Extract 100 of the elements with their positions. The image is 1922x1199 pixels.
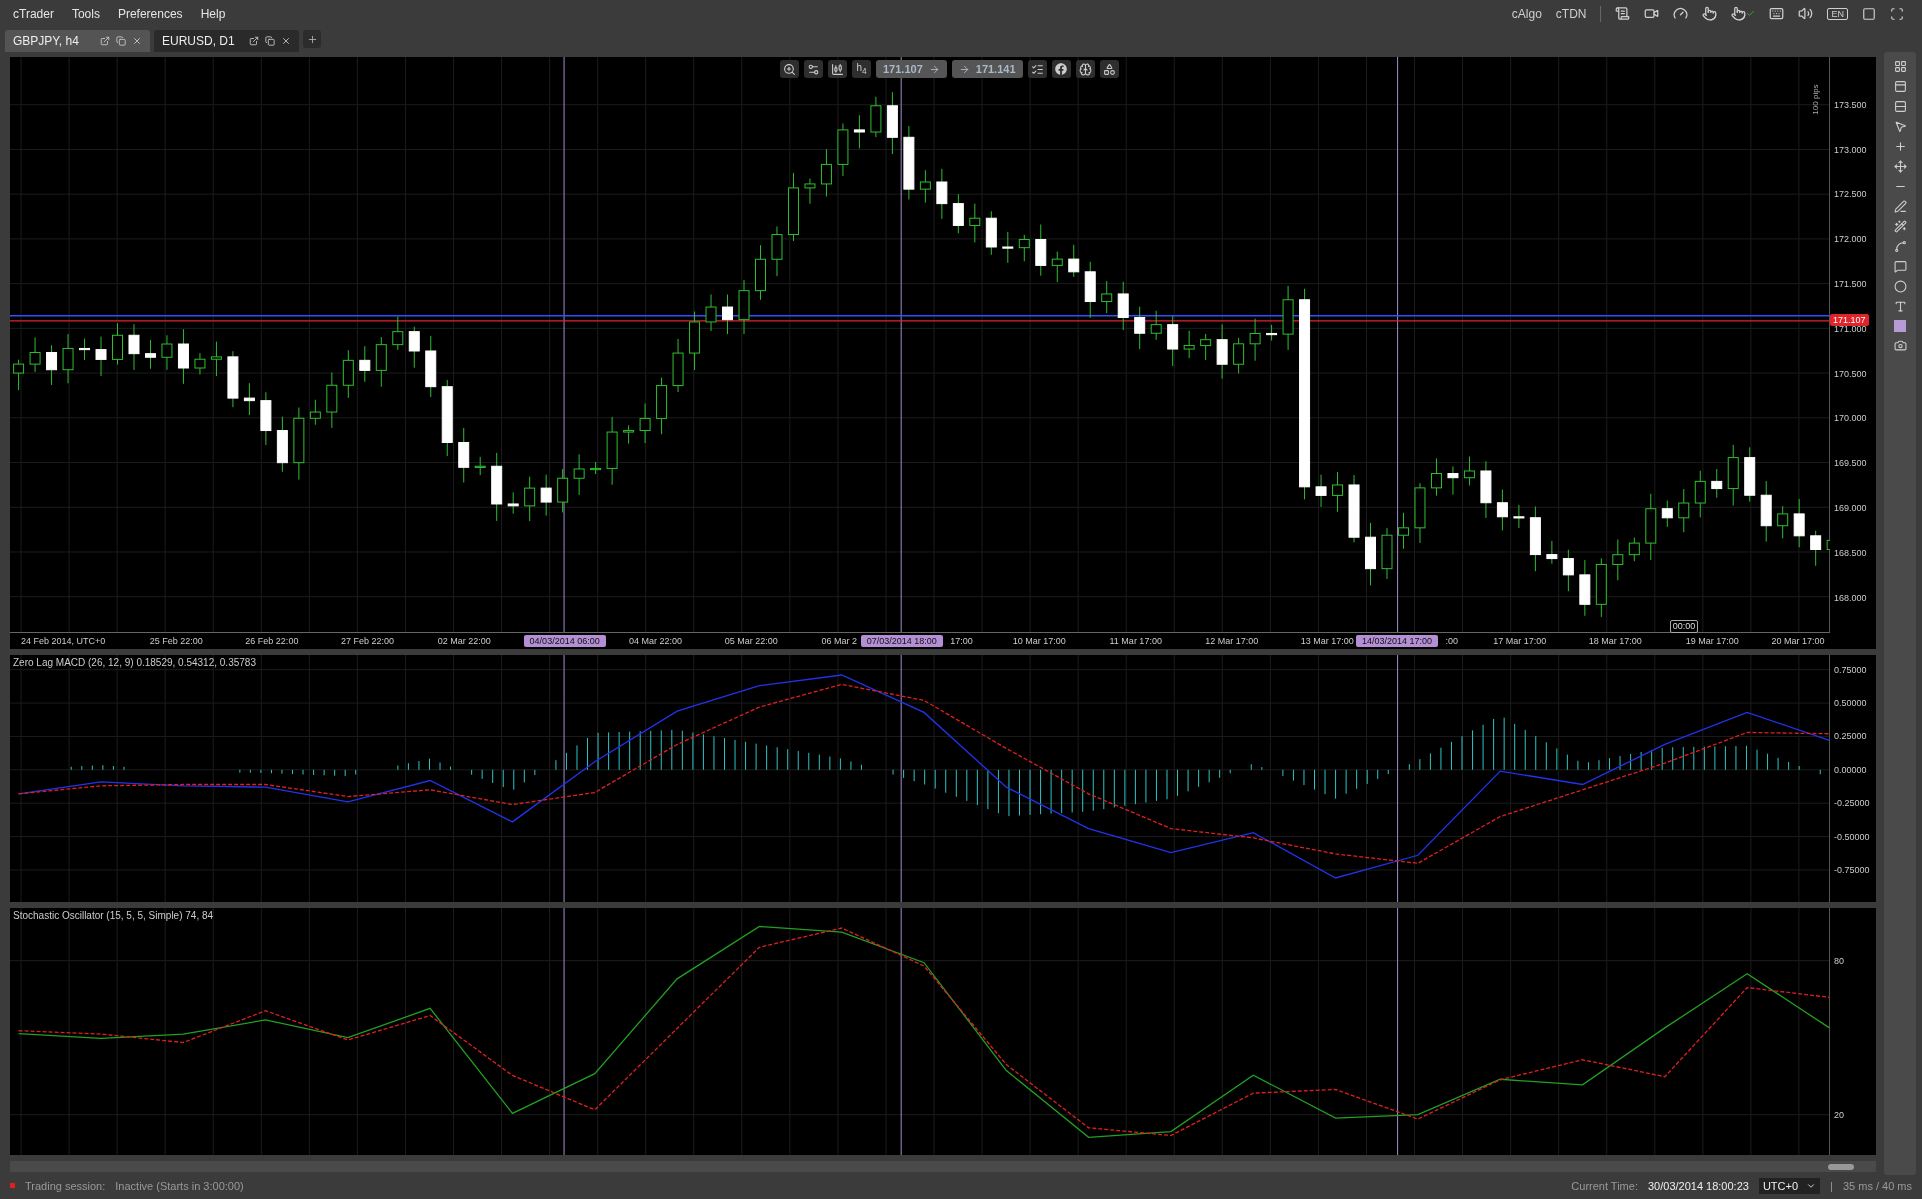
candle	[771, 226, 783, 277]
time-label: 11 Mar 17:00	[1109, 635, 1162, 647]
candle	[46, 344, 58, 386]
language-button[interactable]: EN	[1827, 7, 1848, 20]
menu-item[interactable]: Preferences	[110, 6, 190, 21]
candle	[210, 341, 222, 377]
keyboard-icon[interactable]	[1769, 6, 1785, 21]
candle	[1414, 482, 1426, 544]
candle	[1266, 324, 1278, 342]
layout-grid-icon[interactable]	[1893, 60, 1907, 73]
value-label: 0.50000	[1834, 697, 1867, 710]
add-tab-button[interactable]	[303, 30, 321, 48]
pointer-check-icon[interactable]	[1731, 6, 1756, 21]
close-icon[interactable]	[281, 36, 291, 46]
arrow-right-icon	[958, 63, 970, 75]
video-icon[interactable]	[1644, 6, 1660, 21]
circle-icon[interactable]	[1893, 280, 1907, 293]
candle	[1381, 527, 1393, 580]
gauge-icon[interactable]	[1673, 6, 1689, 21]
facebook-button[interactable]	[1051, 60, 1071, 78]
brain-button[interactable]	[1075, 60, 1095, 78]
candle	[1101, 280, 1113, 314]
app-link[interactable]: cAlgo	[1511, 6, 1542, 21]
chart-tab[interactable]: EURUSD, D1	[154, 30, 299, 52]
candle	[672, 338, 684, 393]
volume-icon[interactable]	[1798, 6, 1814, 21]
menu-item[interactable]: Help	[193, 6, 233, 21]
candle	[1216, 324, 1228, 380]
menu-item[interactable]: Tools	[64, 6, 107, 21]
current-price-tag: 171.107	[1830, 314, 1869, 327]
curve-icon[interactable]	[1893, 240, 1907, 253]
timezone-select[interactable]: UTC+0	[1758, 1177, 1821, 1194]
scroll-thumb[interactable]	[1828, 1163, 1854, 1170]
close-icon[interactable]	[132, 36, 142, 46]
camera-icon[interactable]	[1893, 339, 1907, 352]
candle	[1150, 310, 1162, 341]
latency: 35 ms / 40 ms	[1842, 1179, 1912, 1192]
timeframe-button[interactable]: h$_{4}$	[852, 60, 871, 78]
pen-icon[interactable]	[1893, 200, 1907, 213]
panel-icon[interactable]	[1893, 80, 1907, 93]
buy-button[interactable]: 171.141	[951, 60, 1023, 78]
candle	[1018, 234, 1030, 262]
window-icon[interactable]	[1862, 6, 1876, 21]
candle	[1002, 231, 1014, 264]
color-swatch[interactable]	[1894, 320, 1906, 332]
horizontal-scrollbar[interactable]	[10, 1161, 1876, 1172]
candle	[243, 382, 255, 416]
chart-settings-button[interactable]	[804, 60, 823, 78]
shapes-button[interactable]	[1099, 60, 1119, 78]
cursor-icon[interactable]	[1893, 120, 1907, 133]
time-label: 12 Mar 17:00	[1205, 635, 1259, 647]
chart-tab[interactable]: GBPJPY, h4	[5, 30, 150, 52]
candle	[1463, 456, 1475, 486]
time-label: 05 Mar 22:00	[724, 635, 778, 647]
checklist-button[interactable]	[1027, 60, 1047, 78]
price-label: 172.000	[1834, 233, 1867, 246]
candle	[1744, 446, 1756, 503]
pointer-icon[interactable]	[1702, 6, 1718, 21]
time-label: :00	[1445, 635, 1458, 647]
candle	[1645, 493, 1657, 561]
detach-icon[interactable]	[249, 36, 259, 46]
crosshair-icon[interactable]	[1893, 140, 1907, 153]
candle	[820, 148, 832, 197]
price-label: 170.500	[1834, 367, 1867, 380]
value-label: 0.75000	[1834, 663, 1867, 676]
session-status: Inactive (Starts in 3:00:00)	[115, 1179, 244, 1192]
text-tool-icon[interactable]	[1893, 300, 1907, 313]
price-label: 171.500	[1834, 278, 1867, 290]
candle	[540, 474, 552, 517]
journal-icon[interactable]	[1615, 6, 1631, 21]
copy-icon[interactable]	[265, 36, 275, 46]
chart-type-button[interactable]	[828, 60, 847, 78]
checklist-icon	[1030, 62, 1044, 76]
comment-icon[interactable]	[1893, 260, 1907, 273]
candle	[639, 402, 651, 444]
menu-item[interactable]: cTrader	[6, 6, 61, 21]
fullscreen-icon[interactable]	[1890, 6, 1904, 21]
candle	[573, 453, 585, 496]
candle	[919, 169, 931, 204]
candle	[1678, 488, 1690, 533]
move-icon[interactable]	[1893, 160, 1907, 173]
candle	[1595, 557, 1607, 618]
copy-icon[interactable]	[116, 36, 126, 46]
sell-button[interactable]: 171.107	[876, 60, 947, 78]
plus-icon	[306, 33, 318, 45]
rows-icon[interactable]	[1893, 100, 1907, 113]
candle	[29, 336, 41, 373]
time-label: 13 Mar 17:00	[1300, 635, 1354, 647]
candle	[359, 345, 371, 383]
value-label: 0.25000	[1834, 730, 1867, 743]
candle	[112, 322, 123, 366]
candle	[13, 359, 25, 391]
candle	[952, 193, 964, 234]
wand-icon[interactable]	[1893, 220, 1907, 233]
detach-icon[interactable]	[100, 36, 110, 46]
candle	[689, 311, 701, 371]
session-label: Trading session:	[25, 1179, 106, 1192]
zoom-button[interactable]	[780, 60, 799, 78]
candle	[79, 338, 91, 361]
app-link[interactable]: cTDN	[1555, 6, 1587, 21]
